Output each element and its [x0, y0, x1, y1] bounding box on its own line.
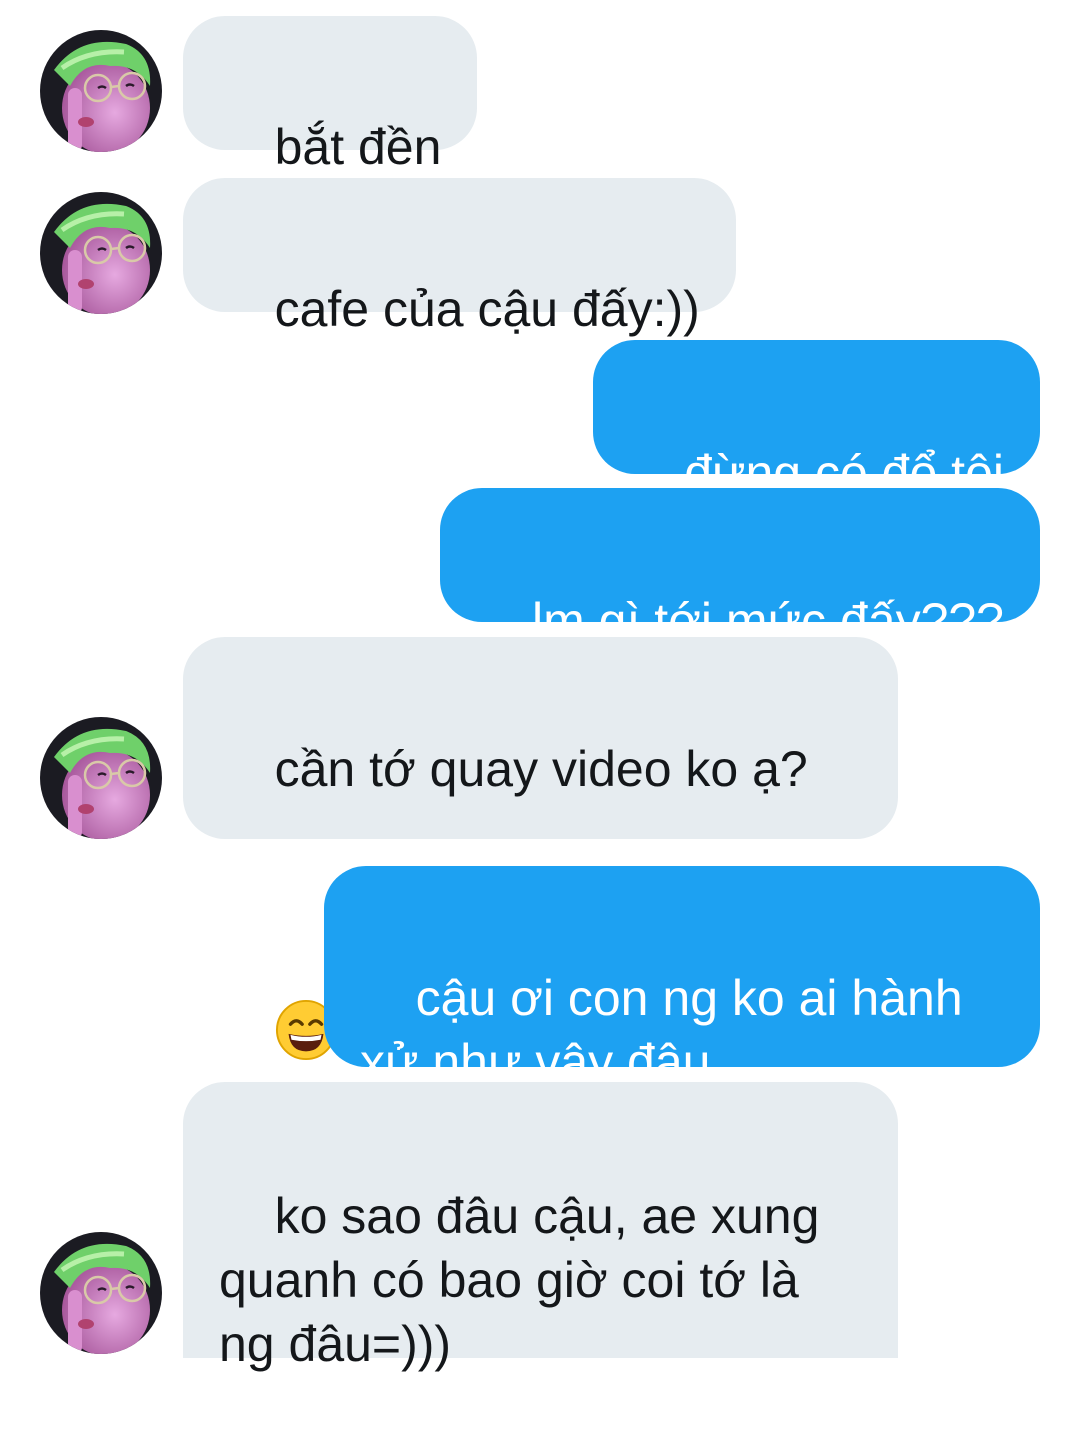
outgoing-message-bubble[interactable]: đừng có đổ tội [592, 340, 1040, 501]
incoming-message-bubble[interactable]: bắt đền [183, 16, 478, 175]
message-text: ko sao đâu cậu, ae xung quanh có bao giờ… [219, 1188, 820, 1372]
contact-avatar-icon[interactable] [40, 192, 162, 314]
contact-avatar-icon[interactable] [40, 1232, 162, 1354]
contact-avatar-icon[interactable] [40, 30, 162, 152]
outgoing-message-bubble[interactable]: cậu ơi con ng ko ai hành xử như vậy đâu [324, 866, 1040, 1090]
incoming-message-bubble[interactable]: cần tớ quay video ko ạ? [183, 637, 898, 839]
incoming-message-bubble[interactable]: cafe của cậu đấy:)) [183, 178, 736, 337]
message-text: cần tớ quay video ko ạ? [274, 741, 808, 797]
incoming-message-bubble[interactable]: ko sao đâu cậu, ae xung quanh có bao giờ… [183, 1082, 898, 1372]
message-text: bắt đền [274, 119, 442, 175]
outgoing-message-bubble[interactable]: lm gì tới mức đấy??? [440, 488, 1040, 649]
contact-avatar-icon[interactable] [40, 717, 162, 839]
message-thread: bắt đền cafe của cậu đấy:)) đừng có đổ t… [0, 0, 1080, 1372]
message-text: cafe của cậu đấy:)) [274, 281, 700, 337]
message-text: cậu ơi con ng ko ai hành xử như vậy đâu [360, 970, 963, 1090]
